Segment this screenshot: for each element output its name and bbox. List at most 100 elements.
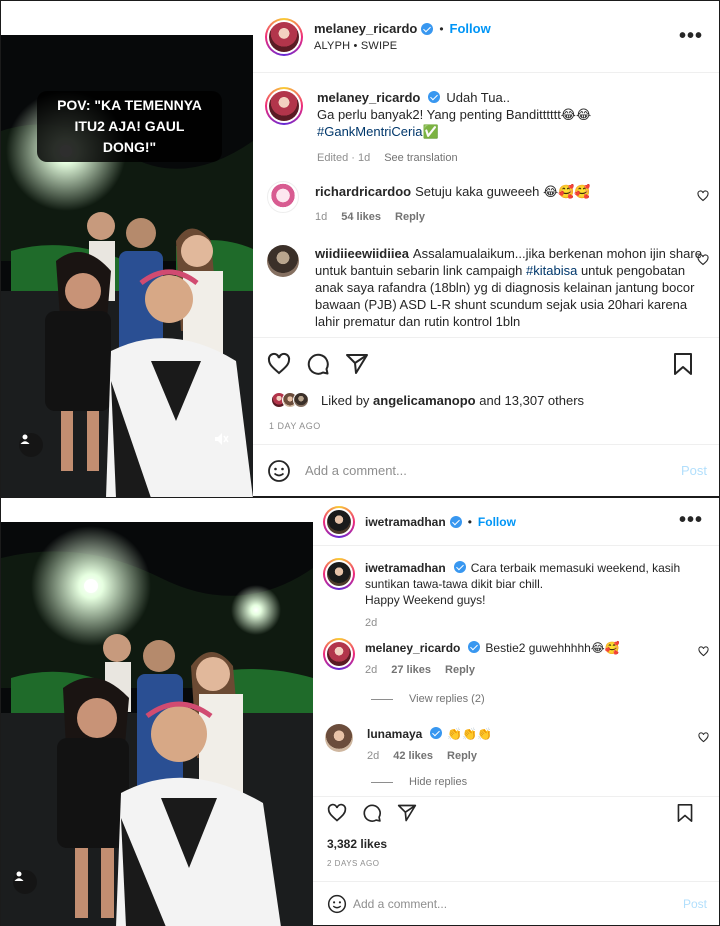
comment-item: melaney_ricardo Bestie2 guwehhhhh😂🥰 2d 27… [313,638,719,678]
comment-time: 1d [315,211,328,223]
more-icon[interactable]: ••• [679,25,703,48]
comment-icon[interactable] [306,352,330,376]
view-replies-label: View replies (2) [409,693,485,705]
heart-icon[interactable] [267,352,291,376]
comment-hashtag[interactable]: #kitabisa [526,263,577,278]
avatar[interactable] [265,87,303,125]
caption-edited: Edited · 1d [317,152,371,164]
liked-by-prefix: Liked by [321,392,370,408]
avatar [293,392,309,408]
post-button[interactable]: Post [683,897,707,911]
comment-item: wiidiieewiidiiea Assalamualaikum...jika b… [253,245,719,330]
reply-button[interactable]: Reply [445,662,475,678]
caption: iwetramadhan Cara terbaik memasuki weeken… [313,558,719,631]
separator-dot: • [439,21,444,36]
comment-text: 👏👏👏 [447,727,493,741]
verified-icon [428,91,441,103]
caption-line2: Ga perlu banyak2! Yang penting Banditttt… [317,107,592,122]
comment-time: 2d [365,664,378,676]
view-replies-link[interactable]: View replies (2) [371,693,485,705]
avatar[interactable] [267,181,299,213]
post-panel-melaney: POV: "KA TEMENNYA ITU2 AJA! GAUL DONG!" … [0,0,720,498]
comment-item: richardricardoo Setuju kaka guweeeh 😂🥰🥰 1… [253,181,719,226]
emoji-icon[interactable] [327,894,347,914]
comment-username[interactable]: richardricardoo [315,184,411,199]
comment-likes[interactable]: 42 likes [393,748,433,764]
share-icon[interactable] [345,352,369,376]
photo-scene [1,498,313,926]
separator-dot: • [467,514,472,529]
audio-subtitle[interactable]: ALYPH • SWIPE [314,40,491,52]
caption-hashtag[interactable]: #GankMentriCeria✅ [317,123,591,140]
save-icon[interactable] [672,352,694,376]
heart-icon[interactable] [698,730,709,748]
avatar[interactable] [323,638,355,670]
comment-likes[interactable]: 27 likes [391,662,431,678]
verified-icon [421,22,434,35]
comment-text: Setuju kaka guweeeh 😂🥰🥰 [415,184,591,199]
caption-username[interactable]: melaney_ricardo [317,90,420,105]
comment-text: Bestie2 guwehhhhh😂🥰 [485,641,620,655]
comment-input[interactable]: Add a comment... [305,463,407,478]
post-date: 2 DAYS AGO [327,859,380,868]
emoji-icon[interactable] [267,459,291,483]
comments-list[interactable]: iwetramadhan Cara terbaik memasuki weeken… [313,546,719,796]
post-panel-iwet: iwetramadhan • Follow ••• iwetramadhan Ca… [0,497,720,926]
save-icon[interactable] [676,803,694,823]
divider [371,698,393,700]
liked-by-user[interactable]: angelicamanopo [373,393,476,408]
story-overlay-text: POV: "KA TEMENNYA ITU2 AJA! GAUL DONG!" [37,91,222,162]
comment-item: lunamaya 👏👏👏 2d 42 likes Reply [313,724,719,764]
hide-replies-link[interactable]: Hide replies [371,776,467,788]
avatar[interactable] [323,558,355,590]
comment-username[interactable]: wiidiieewiidiiea [315,246,409,261]
post-photo[interactable] [1,498,313,926]
heart-icon[interactable] [698,644,709,662]
liked-by[interactable]: Liked by angelicamanopo and 13,307 other… [271,392,584,408]
post-date: 1 DAY AGO [269,421,321,431]
comment-username[interactable]: melaney_ricardo [365,641,460,655]
post-photo[interactable]: POV: "KA TEMENNYA ITU2 AJA! GAUL DONG!" [1,1,253,498]
user-tag-icon[interactable] [13,870,37,894]
post-header: iwetramadhan • Follow ••• [313,498,719,546]
liked-by-suffix[interactable]: and 13,307 others [479,393,584,408]
caption-line1: Udah Tua.. [446,90,510,105]
post-header: melaney_ricardo • Follow ALYPH • SWIPE •… [253,1,719,73]
user-tag-icon[interactable] [19,433,43,457]
photo-scene [1,1,253,498]
caption-time: 2d [365,617,378,629]
post-sidebar: melaney_ricardo • Follow ALYPH • SWIPE •… [253,1,719,496]
comment-input[interactable]: Add a comment... [353,897,447,911]
heart-icon[interactable] [697,189,709,207]
hide-replies-label: Hide replies [409,776,468,788]
avatar[interactable] [267,245,299,277]
verified-icon [449,515,462,528]
avatar[interactable] [323,505,355,538]
divider [371,781,393,783]
verified-icon [468,641,481,653]
avatar[interactable] [265,17,303,56]
share-icon[interactable] [397,803,417,823]
follow-button[interactable]: Follow [478,515,516,529]
heart-icon[interactable] [697,253,709,271]
likes-count[interactable]: 3,382 likes [327,837,387,851]
caption-line2: Happy Weekend guys! [365,593,486,607]
more-icon[interactable]: ••• [679,509,703,532]
comment-icon[interactable] [362,803,382,823]
caption-username[interactable]: iwetramadhan [365,561,446,575]
add-comment-bar: Add a comment... Post [253,444,719,496]
avatar[interactable] [325,724,353,752]
see-translation-link[interactable]: See translation [384,150,457,167]
reply-button[interactable]: Reply [447,748,477,764]
post-button[interactable]: Post [681,463,707,478]
mute-icon[interactable] [213,431,237,455]
comment-username[interactable]: lunamaya [367,727,422,741]
reply-button[interactable]: Reply [395,209,425,226]
follow-button[interactable]: Follow [450,21,491,36]
verified-icon [430,727,443,739]
comments-list[interactable]: melaney_ricardo Udah Tua.. Ga perlu banya… [253,73,719,337]
header-username[interactable]: melaney_ricardo [314,21,417,36]
header-username[interactable]: iwetramadhan [365,515,446,529]
heart-icon[interactable] [327,803,347,823]
comment-likes[interactable]: 54 likes [341,209,381,226]
